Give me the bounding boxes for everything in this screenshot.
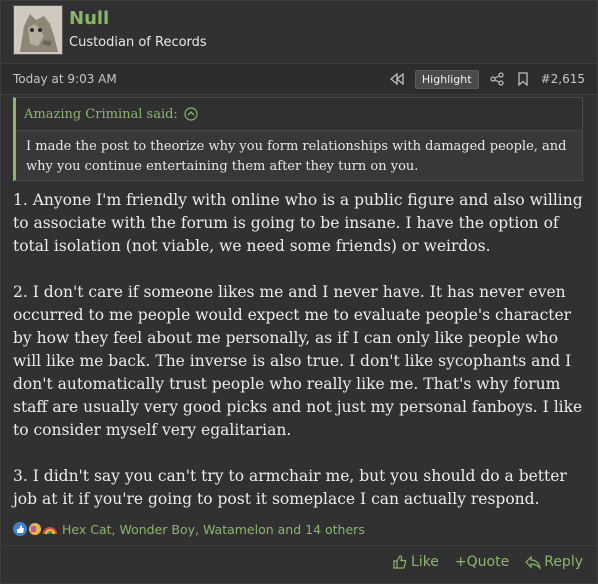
post-container: Null Custodian of Records Today at 9:03 …	[0, 0, 598, 584]
quote-jump-icon[interactable]	[184, 107, 198, 121]
reply-button[interactable]: Reply	[525, 554, 583, 570]
quote-button[interactable]: +Quote	[455, 554, 509, 570]
quote-header[interactable]: Amazing Criminal said:	[16, 98, 582, 131]
post-paragraph: 3. I didn't say you can't try to armchai…	[13, 467, 567, 508]
post-number-link[interactable]: #2,615	[541, 72, 585, 86]
reply-icon	[525, 555, 542, 570]
quote-text: I made the post to theorize why you form…	[26, 139, 567, 174]
thumbs-up-icon	[13, 522, 27, 536]
avatar[interactable]	[13, 5, 63, 55]
post-body: 1. Anyone I'm friendly with online who i…	[13, 189, 589, 534]
thumbs-up-outline-icon	[393, 555, 407, 569]
reactions-bar[interactable]: Hex Cat, Wonder Boy, Watamelon and 14 ot…	[13, 519, 365, 539]
post-meta-bar: Today at 9:03 AM Highlight #2,615	[1, 63, 597, 95]
reply-label: Reply	[544, 554, 583, 570]
username[interactable]: Null	[69, 8, 109, 29]
footer-actions: Like +Quote Reply	[376, 554, 583, 570]
share-icon[interactable]	[489, 71, 505, 87]
like-label: Like	[411, 554, 439, 570]
quote-block: Amazing Criminal said: I made the post t…	[13, 97, 583, 181]
bookmark-icon[interactable]	[515, 71, 531, 87]
post-paragraph: 1. Anyone I'm friendly with online who i…	[13, 191, 583, 255]
quote-label: +Quote	[454, 554, 510, 570]
highlight-button[interactable]: Highlight	[414, 69, 479, 89]
reaction-summary[interactable]: Hex Cat, Wonder Boy, Watamelon and 14 ot…	[62, 522, 365, 537]
post-date[interactable]: Today at 9:03 AM	[13, 72, 117, 86]
quote-author[interactable]: Amazing Criminal said:	[24, 107, 178, 122]
rewind-icon[interactable]	[389, 71, 405, 87]
reaction-icons	[13, 522, 58, 536]
user-title: Custodian of Records	[69, 35, 207, 50]
rainbow-icon	[43, 522, 57, 536]
like-button[interactable]: Like	[392, 554, 439, 570]
post-paragraph: 2. I don't care if someone likes me and …	[13, 283, 583, 439]
sticker-icon	[28, 522, 42, 536]
post-footer: Like +Quote Reply	[1, 545, 597, 584]
post-actions: Highlight #2,615	[379, 69, 585, 89]
